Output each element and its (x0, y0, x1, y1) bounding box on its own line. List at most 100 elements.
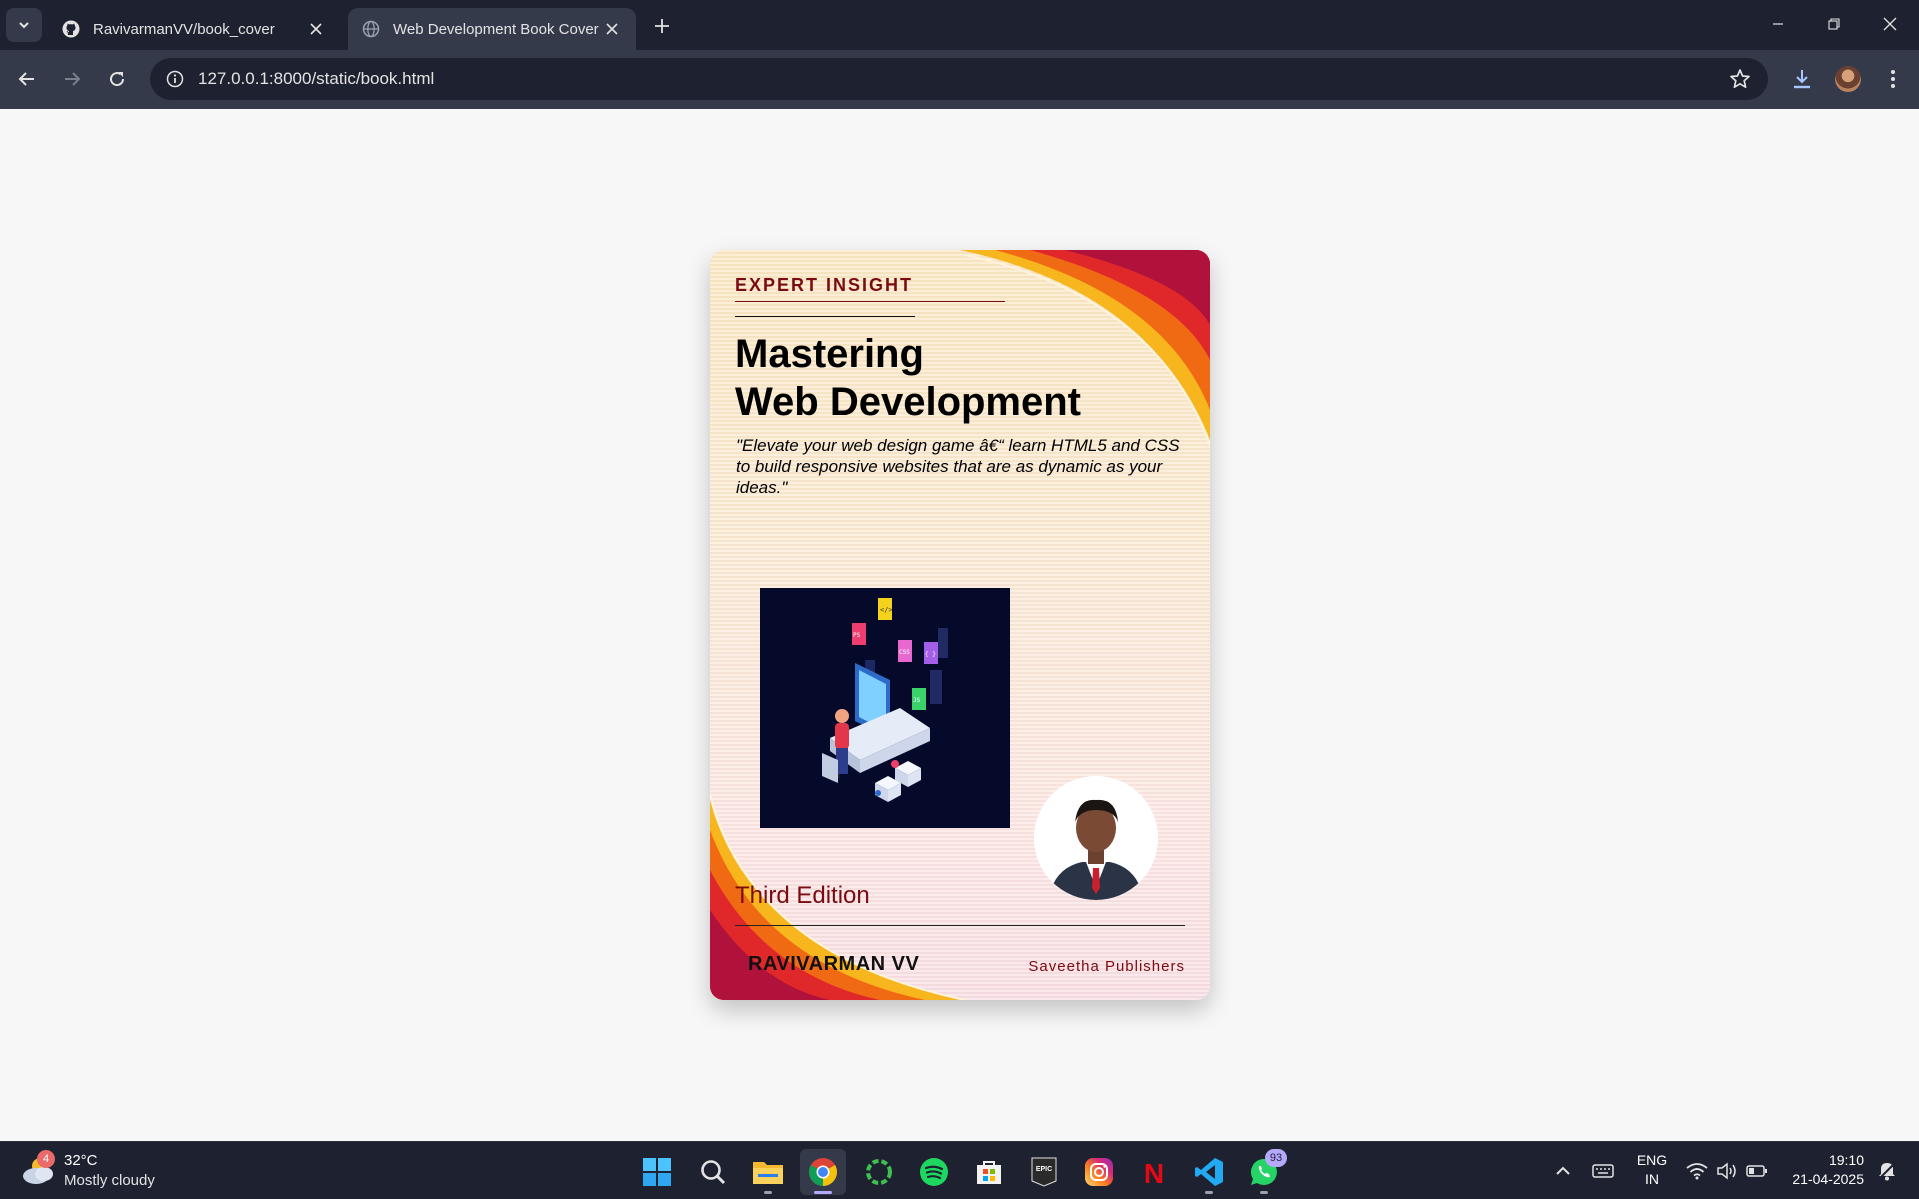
battery-button[interactable] (1744, 1159, 1770, 1183)
network-button[interactable] (1684, 1159, 1710, 1183)
volume-button[interactable] (1714, 1159, 1740, 1183)
menu-button[interactable] (1876, 62, 1910, 96)
spotify-button[interactable] (911, 1149, 957, 1195)
running-indicator (1205, 1191, 1213, 1194)
author-photo (1034, 776, 1158, 900)
language-indicator[interactable]: ENG IN (1632, 1151, 1672, 1189)
series-divider (735, 316, 915, 317)
chevron-up-icon (1556, 1166, 1570, 1175)
downloads-button[interactable] (1785, 62, 1819, 96)
developer-illustration: </> PS CSS { } JS (760, 588, 1010, 828)
taskbar: 4 32°C Mostly cloudy EPIC N 93 ENG IN 19… (0, 1141, 1919, 1199)
netflix-button[interactable]: N (1131, 1149, 1177, 1195)
clock[interactable]: 19:10 21-04-2025 (1780, 1151, 1864, 1189)
tab-title: RavivarmanVV/book_cover (93, 20, 275, 38)
minimize-button[interactable] (1756, 6, 1800, 42)
weather-condition: Mostly cloudy (64, 1172, 155, 1189)
microsoft-store-button[interactable] (966, 1149, 1012, 1195)
instagram-button[interactable] (1076, 1149, 1122, 1195)
tab-book-cover[interactable]: Web Development Book Cover (348, 8, 636, 50)
forward-button[interactable] (55, 62, 89, 96)
edition-label: Third Edition (735, 882, 870, 909)
close-icon[interactable] (602, 19, 622, 39)
running-indicator (1260, 1191, 1268, 1194)
tab-title: Web Development Book Cover (393, 20, 599, 38)
svg-text:JS: JS (913, 697, 921, 704)
touch-keyboard-button[interactable] (1590, 1159, 1616, 1183)
more-vertical-icon (1891, 70, 1895, 88)
vscode-icon (1195, 1158, 1223, 1186)
code-card: { } (924, 642, 938, 664)
start-button[interactable] (634, 1149, 680, 1195)
spotify-icon (920, 1158, 948, 1186)
active-indicator (814, 1191, 832, 1194)
weather-temperature: 32°C (64, 1152, 98, 1169)
file-explorer-button[interactable] (745, 1149, 791, 1195)
address-bar[interactable]: 127.0.0.1:8000/static/book.html (150, 58, 1768, 100)
tab-github[interactable]: RavivarmanVV/book_cover (48, 8, 340, 50)
ring-app-icon (866, 1159, 892, 1185)
chrome-icon (809, 1158, 837, 1186)
profile-button[interactable] (1831, 62, 1865, 96)
netflix-icon: N (1144, 1158, 1164, 1187)
search-icon (701, 1160, 726, 1185)
wifi-icon (1686, 1163, 1708, 1180)
github-icon (62, 20, 80, 38)
file-explorer-icon (753, 1162, 783, 1184)
whatsapp-button[interactable]: 93 (1241, 1149, 1287, 1195)
code-card: PS (852, 623, 866, 645)
search-button[interactable] (690, 1149, 736, 1195)
notification-badge: 93 (1265, 1149, 1287, 1167)
notification-bell-icon (1877, 1161, 1897, 1181)
reload-button[interactable] (100, 62, 134, 96)
svg-text:</>: </> (880, 606, 893, 614)
volume-icon (1717, 1162, 1736, 1180)
show-hidden-icons-button[interactable] (1552, 1159, 1574, 1183)
epic-games-icon: EPIC (1031, 1157, 1057, 1187)
chrome-button[interactable] (800, 1149, 846, 1195)
series-label: EXPERT INSIGHT (735, 275, 914, 295)
language-code: ENG (1636, 1152, 1668, 1168)
new-tab-button[interactable] (648, 12, 676, 40)
running-indicator (764, 1191, 772, 1194)
site-info-icon[interactable] (158, 62, 192, 96)
microsoft-store-icon (977, 1161, 1001, 1184)
footer-divider (735, 925, 1185, 926)
region-code: IN (1645, 1171, 1659, 1187)
url-text: 127.0.0.1:8000/static/book.html (198, 69, 435, 88)
time: 19:10 (1828, 1152, 1864, 1168)
restore-button[interactable] (1812, 6, 1856, 42)
browser-toolbar: 127.0.0.1:8000/static/book.html (0, 50, 1919, 109)
close-icon[interactable] (306, 19, 326, 39)
download-icon (1794, 70, 1810, 89)
publisher-name: Saveetha Publishers (1028, 958, 1185, 975)
chevron-down-icon (19, 22, 29, 29)
bookmark-star-icon[interactable] (1728, 67, 1752, 91)
book-tagline: "Elevate your web design game â€“ learn … (736, 436, 1180, 497)
book-title-line: Web Development (735, 380, 1081, 424)
ring-app-button[interactable] (856, 1149, 902, 1195)
author-name: RAVIVARMAN VV (748, 953, 920, 975)
keyboard-icon (1592, 1164, 1614, 1178)
vscode-button[interactable] (1186, 1149, 1232, 1195)
close-icon (1883, 17, 1897, 31)
weather-widget[interactable]: 4 32°C Mostly cloudy (20, 1150, 170, 1192)
epic-games-button[interactable]: EPIC (1021, 1149, 1067, 1195)
svg-text:{ }: { } (925, 651, 936, 658)
minimize-icon (1773, 23, 1783, 25)
close-window-button[interactable] (1868, 6, 1912, 42)
restore-icon (1828, 18, 1840, 30)
notification-badge: 4 (37, 1150, 55, 1168)
code-card: </> (878, 598, 893, 620)
tab-search-button[interactable] (6, 8, 42, 42)
battery-icon (1746, 1165, 1767, 1177)
notifications-button[interactable] (1874, 1159, 1900, 1183)
instagram-icon (1085, 1158, 1113, 1186)
arrow-right-icon (65, 72, 81, 86)
book-title-line: Mastering (735, 332, 924, 376)
code-card: CSS (898, 640, 912, 662)
back-button[interactable] (10, 62, 44, 96)
globe-icon (362, 20, 380, 38)
svg-text:PS: PS (853, 632, 861, 639)
code-card: JS (912, 688, 926, 710)
